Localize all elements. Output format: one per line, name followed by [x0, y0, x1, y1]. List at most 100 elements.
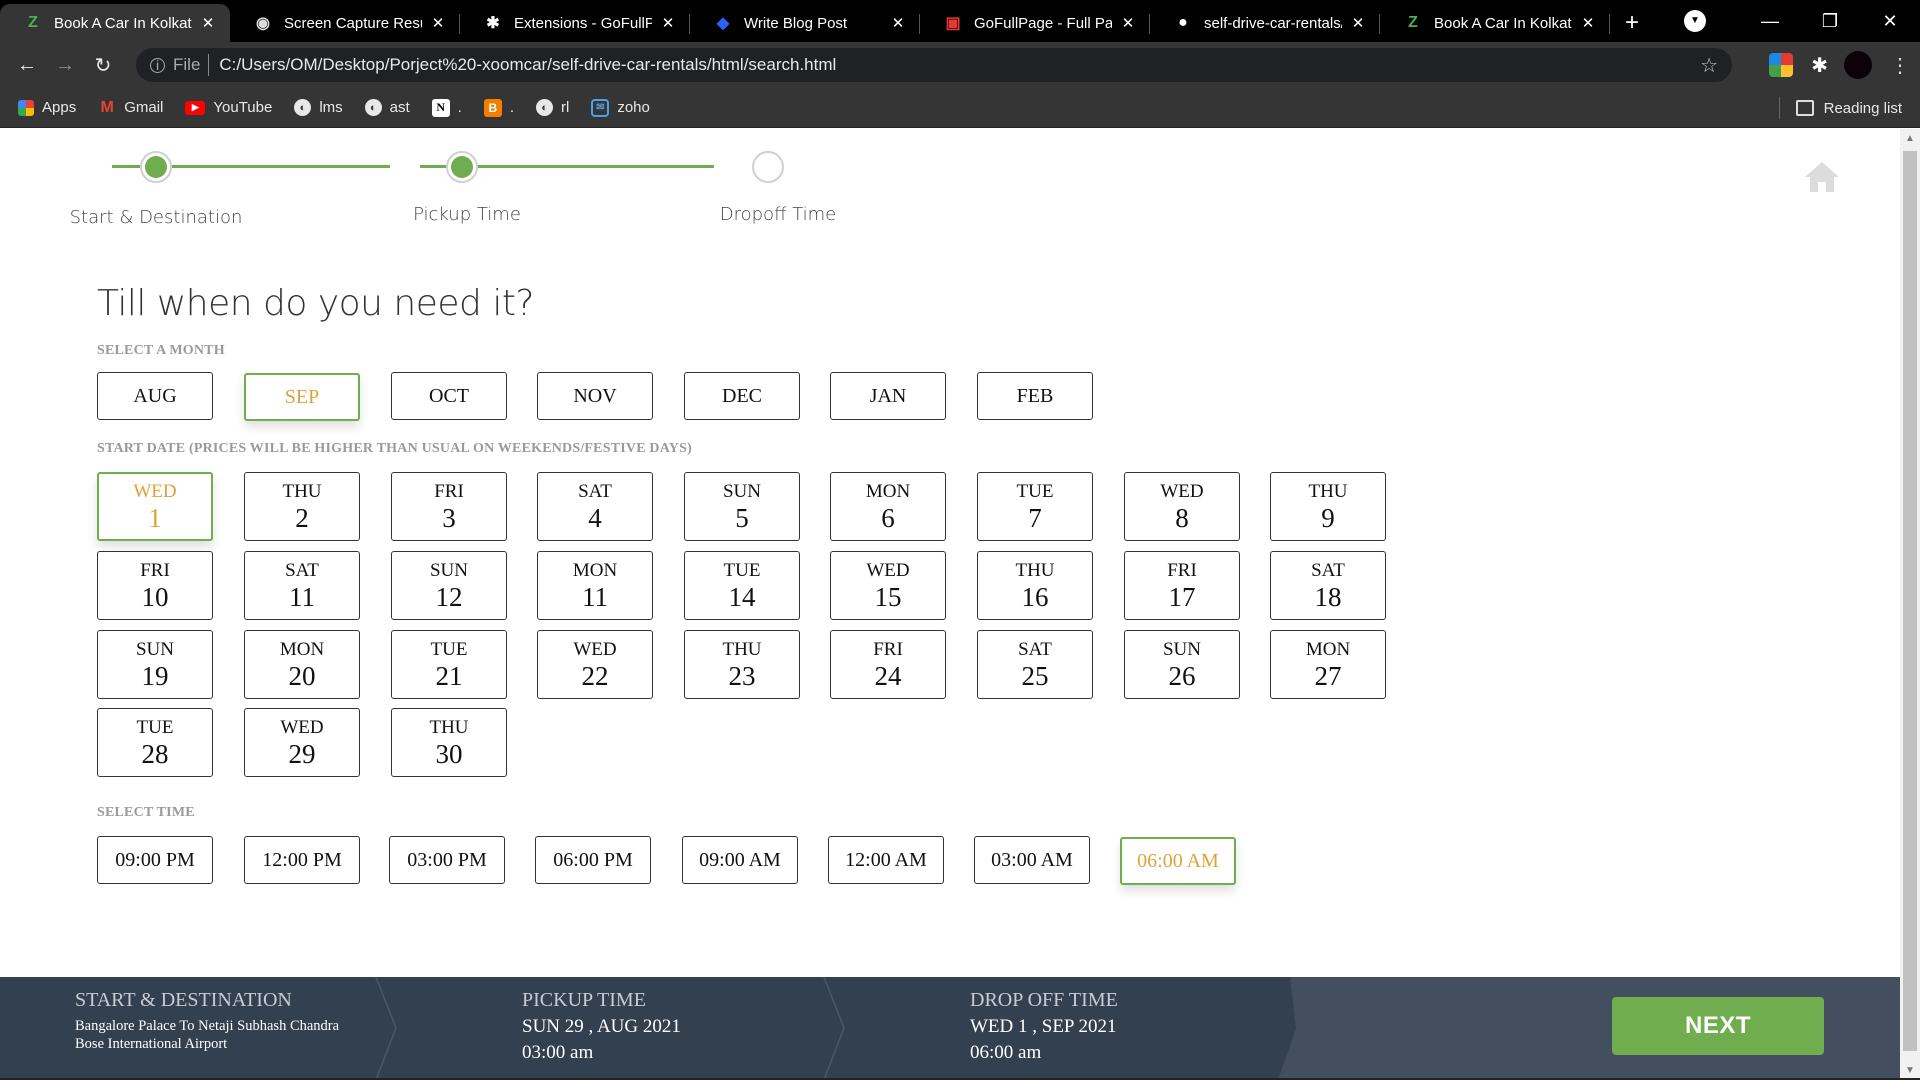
home-icon[interactable]	[1804, 161, 1840, 193]
month-option[interactable]: JAN	[830, 372, 946, 420]
date-option[interactable]: MON 6	[830, 472, 946, 541]
close-tab-icon[interactable]: ✕	[888, 14, 908, 32]
tab-search-icon[interactable]: ▼	[1684, 10, 1706, 32]
date-option[interactable]: FRI 10	[97, 551, 213, 620]
date-option[interactable]: TUE 14	[684, 551, 800, 620]
scroll-down-icon[interactable]: ▼	[1900, 1065, 1920, 1076]
bookmark-item[interactable]: ▶ YouTube	[185, 99, 272, 116]
step-dot-start[interactable]	[140, 151, 172, 183]
minimize-icon[interactable]: —	[1740, 11, 1800, 32]
browser-tab[interactable]: ● self-drive-car-rentals/s ✕	[1150, 4, 1380, 42]
date-option[interactable]: SAT 4	[537, 472, 653, 541]
restore-icon[interactable]: ❐	[1800, 11, 1860, 32]
bookmark-star-icon[interactable]: ☆	[1700, 53, 1718, 78]
next-button[interactable]: NEXT	[1612, 997, 1824, 1055]
month-option[interactable]: AUG	[97, 372, 213, 420]
close-tab-icon[interactable]: ✕	[1348, 14, 1368, 32]
date-option[interactable]: WED 22	[537, 630, 653, 699]
date-option[interactable]: THU 23	[684, 630, 800, 699]
date-option[interactable]: TUE 28	[97, 708, 213, 777]
date-option[interactable]: SUN 19	[97, 630, 213, 699]
month-option[interactable]: DEC	[684, 372, 800, 420]
time-option[interactable]: 09:00 PM	[97, 836, 213, 884]
date-option[interactable]: WED 8	[1124, 472, 1240, 541]
date-option[interactable]: TUE 21	[391, 630, 507, 699]
close-tab-icon[interactable]: ✕	[198, 14, 218, 32]
bookmark-item[interactable]: Apps	[18, 99, 76, 116]
time-option[interactable]: 12:00 PM	[244, 836, 360, 884]
site-info-icon[interactable]: i	[150, 57, 165, 73]
month-option[interactable]: OCT	[391, 372, 507, 420]
bookmark-item[interactable]: ◐ rl	[536, 99, 569, 116]
new-tab-button[interactable]: +	[1610, 4, 1654, 42]
forward-icon[interactable]: →	[46, 54, 84, 77]
reading-list-icon	[1795, 100, 1814, 116]
date-option[interactable]: TUE 7	[977, 472, 1093, 541]
browser-menu-icon[interactable]: ⋮	[1888, 53, 1912, 78]
time-option[interactable]: 06:00 AM	[1120, 837, 1236, 885]
browser-tab[interactable]: Z Book A Car In Kolkata ✕	[0, 4, 230, 42]
date-option[interactable]: MON 11	[537, 551, 653, 620]
date-option[interactable]: SAT 25	[977, 630, 1093, 699]
scroll-up-icon[interactable]: ▲	[1900, 133, 1920, 144]
extension-gauge-icon[interactable]	[1769, 53, 1794, 77]
date-day: 20	[288, 660, 316, 691]
browser-tab[interactable]: ▣ GoFullPage - Full Page ✕	[920, 4, 1150, 42]
bookmark-item[interactable]: ✉ zoho	[591, 98, 650, 117]
zoomcar-logo-icon: Z	[28, 14, 38, 31]
page-scrollbar[interactable]: ▲ ▼	[1900, 129, 1920, 1080]
bookmark-item[interactable]: ◐ ast	[364, 99, 410, 116]
month-option[interactable]: FEB	[977, 372, 1093, 420]
date-day: 17	[1168, 581, 1196, 612]
date-option[interactable]: FRI 17	[1124, 551, 1240, 620]
step-dot-dropoff[interactable]	[752, 151, 784, 183]
browser-tab[interactable]: ◉ Screen Capture Result ✕	[230, 4, 460, 42]
time-option[interactable]: 06:00 PM	[535, 836, 651, 884]
date-option[interactable]: MON 20	[244, 630, 360, 699]
month-option[interactable]: SEP	[244, 373, 360, 421]
reading-list-button[interactable]: Reading list	[1778, 88, 1902, 128]
date-option[interactable]: THU 30	[391, 708, 507, 777]
url-text[interactable]: C:/Users/OM/Desktop/Porject%20-xoomcar/s…	[219, 55, 836, 75]
extensions-puzzle-icon[interactable]: ✱	[1811, 53, 1828, 78]
bookmark-item[interactable]: ◐ lms	[294, 99, 343, 116]
date-day: 21	[435, 660, 463, 691]
bookmark-item[interactable]: B.	[483, 98, 514, 117]
date-option[interactable]: WED 29	[244, 708, 360, 777]
bookmark-item[interactable]: M Gmail	[98, 99, 164, 117]
time-option[interactable]: 09:00 AM	[682, 836, 798, 884]
step-dot-pickup[interactable]	[446, 151, 478, 183]
date-option[interactable]: WED 1	[97, 472, 213, 541]
close-tab-icon[interactable]: ✕	[658, 14, 678, 32]
browser-tab[interactable]: ◆ Write Blog Post ✕	[690, 4, 920, 42]
back-icon[interactable]: ←	[8, 54, 46, 77]
time-option[interactable]: 12:00 AM	[828, 836, 944, 884]
date-option[interactable]: SUN 12	[391, 551, 507, 620]
reload-icon[interactable]: ↻	[84, 53, 122, 78]
bookmark-item[interactable]: N.	[431, 98, 462, 117]
date-option[interactable]: WED 15	[830, 551, 946, 620]
time-option[interactable]: 03:00 PM	[389, 836, 505, 884]
month-option[interactable]: NOV	[537, 372, 653, 420]
browser-tab[interactable]: Z Book A Car In Kolkata ✕	[1380, 4, 1610, 42]
address-bar[interactable]: i File C:/Users/OM/Desktop/Porject%20-xo…	[136, 48, 1732, 82]
date-option[interactable]: SUN 26	[1124, 630, 1240, 699]
date-option[interactable]: FRI 3	[391, 472, 507, 541]
date-option[interactable]: THU 9	[1270, 472, 1386, 541]
profile-avatar[interactable]	[1844, 51, 1872, 79]
date-option[interactable]: THU 2	[244, 472, 360, 541]
close-tab-icon[interactable]: ✕	[428, 14, 448, 32]
date-option[interactable]: SAT 18	[1270, 551, 1386, 620]
date-option[interactable]: FRI 24	[830, 630, 946, 699]
date-option[interactable]: SAT 11	[244, 551, 360, 620]
close-tab-icon[interactable]: ✕	[1578, 14, 1598, 32]
browser-tab[interactable]: ✱ Extensions - GoFullPage ✕	[460, 4, 690, 42]
close-window-icon[interactable]: ✕	[1860, 11, 1920, 32]
date-option[interactable]: MON 27	[1270, 630, 1386, 699]
close-tab-icon[interactable]: ✕	[1118, 14, 1138, 32]
date-option[interactable]: SUN 5	[684, 472, 800, 541]
bookmark-label: YouTube	[213, 99, 273, 116]
date-option[interactable]: THU 16	[977, 551, 1093, 620]
time-option[interactable]: 03:00 AM	[974, 836, 1090, 884]
scrollbar-thumb[interactable]	[1903, 151, 1917, 1051]
